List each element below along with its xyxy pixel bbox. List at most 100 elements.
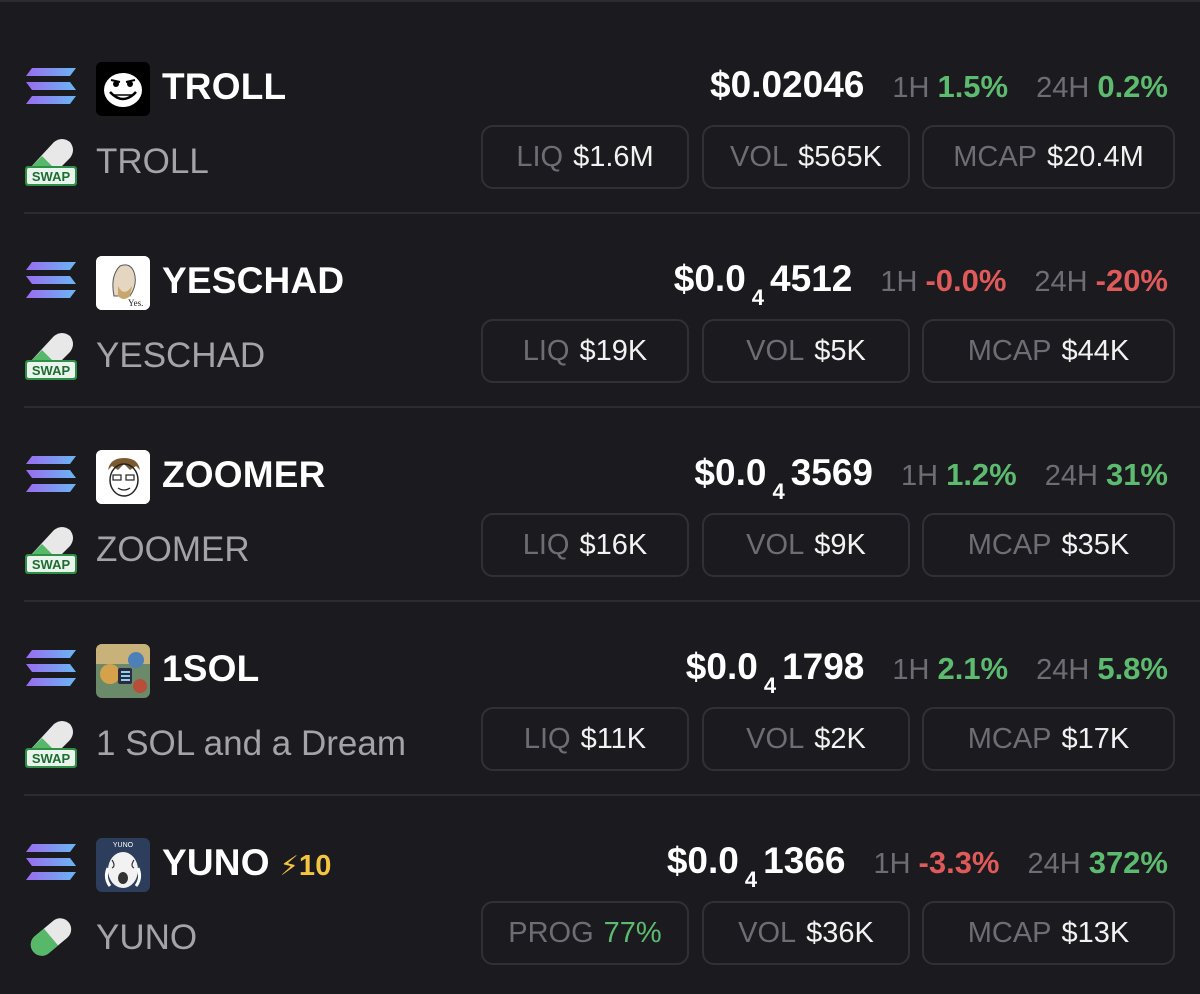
stat-label: LIQ xyxy=(522,528,570,561)
token-name: TROLL xyxy=(96,142,209,181)
volume-pill[interactable]: VOL $9K xyxy=(702,513,910,577)
solana-icon xyxy=(24,838,78,886)
change-1h-value: 1.5% xyxy=(937,69,1009,104)
stat-value: $13K xyxy=(1061,916,1130,949)
change-1h-label: 1H xyxy=(880,266,918,298)
stat-value: $20.4M xyxy=(1047,140,1144,173)
mcap-pill[interactable]: MCAP $20.4M xyxy=(922,125,1175,189)
stat-label: LIQ xyxy=(523,722,571,755)
stat-label: MCAP xyxy=(967,722,1052,755)
token-name: ZOOMER xyxy=(96,530,250,569)
svg-text:SWAP: SWAP xyxy=(32,169,71,184)
token-price: $0.02046 xyxy=(710,64,865,105)
stat-value: $17K xyxy=(1061,722,1130,755)
token-name: YUNO xyxy=(96,918,198,957)
liquidity-pill[interactable]: LIQ $11K xyxy=(481,707,689,771)
change-1h-label: 1H xyxy=(892,654,930,686)
swap-icon[interactable]: SWAP xyxy=(24,328,78,382)
stat-value: $16K xyxy=(579,528,648,561)
change-1h-value: -0.0% xyxy=(925,263,1007,298)
token-price: $0.0 4 4512 xyxy=(673,258,853,310)
swap-icon[interactable]: SWAP xyxy=(24,134,78,188)
svg-text:SWAP: SWAP xyxy=(32,751,71,766)
lightning-icon: ⚡ xyxy=(279,851,299,881)
change-1h-value: 2.1% xyxy=(937,651,1009,686)
price-line: $0.0 4 4512 1H -0.0% 24H -20% xyxy=(673,258,1168,310)
liquidity-pill[interactable]: LIQ $19K xyxy=(481,319,689,383)
stat-label: VOL xyxy=(738,916,797,949)
token-ticker: 1SOL xyxy=(162,648,260,689)
token-row[interactable]: YUNO YUNO ⚡10 YUNO $0.0 4 1366 1H -3.3% 24H… xyxy=(0,796,1200,990)
volume-pill[interactable]: VOL $36K xyxy=(702,901,910,965)
token-ticker: ZOOMER xyxy=(162,454,326,495)
svg-text:SWAP: SWAP xyxy=(32,557,71,572)
price-line: $0.0 4 3569 1H 1.2% 24H 31% xyxy=(694,452,1168,504)
mcap-pill[interactable]: MCAP $17K xyxy=(922,707,1175,771)
stat-value: 77% xyxy=(603,916,662,949)
change-1h-label: 1H xyxy=(892,72,930,104)
change-24h-value: 372% xyxy=(1088,845,1168,880)
token-list: TROLL SWAP TROLL $0.02046 1H 1.5% 24H 0.… xyxy=(0,0,1200,994)
stat-label: MCAP xyxy=(953,140,1038,173)
change-24h-label: 24H xyxy=(1036,72,1090,104)
mcap-pill[interactable]: MCAP $44K xyxy=(922,319,1175,383)
svg-text:SWAP: SWAP xyxy=(32,363,71,378)
solana-icon xyxy=(24,450,78,498)
token-row[interactable]: 1SOL SWAP 1 SOL and a Dream $0.0 4 1798 1H… xyxy=(0,602,1200,796)
troll-face-icon xyxy=(96,62,150,116)
change-1h-value: 1.2% xyxy=(946,457,1017,492)
change-1h-value: -3.3% xyxy=(918,845,1000,880)
token-name: 1 SOL and a Dream xyxy=(96,724,406,763)
token-row[interactable]: Yes. YESCHAD SWAP YESCHAD $0.0 4 4512 1H -… xyxy=(0,214,1200,408)
change-24h-label: 24H xyxy=(1044,460,1098,492)
change-24h-value: -20% xyxy=(1095,263,1168,298)
token-ticker: YUNO ⚡10 xyxy=(162,842,332,883)
stat-label: LIQ xyxy=(522,334,570,367)
token-row[interactable]: ZOOMER SWAP ZOOMER $0.0 4 3569 1H 1.2% 24H… xyxy=(0,408,1200,602)
mcap-pill[interactable]: MCAP $35K xyxy=(922,513,1175,577)
volume-pill[interactable]: VOL $5K xyxy=(702,319,910,383)
stat-value: $5K xyxy=(814,334,866,367)
stat-value: $565K xyxy=(798,140,882,173)
change-24h-label: 24H xyxy=(1027,848,1081,880)
stat-value: $2K xyxy=(814,722,866,755)
token-name: YESCHAD xyxy=(96,336,266,375)
stat-value: $11K xyxy=(580,722,647,755)
stat-label: MCAP xyxy=(967,528,1052,561)
price-line: $0.02046 1H 1.5% 24H 0.2% xyxy=(710,64,1168,106)
yuno-face-icon: YUNO xyxy=(96,838,150,892)
change-24h-value: 31% xyxy=(1105,457,1168,492)
stat-label: VOL xyxy=(746,334,805,367)
token-price: $0.0 4 3569 xyxy=(694,452,873,504)
token-price: $0.0 4 1798 xyxy=(685,646,865,698)
swap-icon[interactable]: SWAP xyxy=(24,716,78,770)
mcap-pill[interactable]: MCAP $13K xyxy=(922,901,1175,965)
pill-icon[interactable] xyxy=(24,910,78,964)
volume-pill[interactable]: VOL $565K xyxy=(702,125,910,189)
price-line: $0.0 4 1798 1H 2.1% 24H 5.8% xyxy=(685,646,1168,698)
stat-label: MCAP xyxy=(967,916,1052,949)
progress-pill[interactable]: PROG 77% xyxy=(481,901,689,965)
stat-value: $44K xyxy=(1061,334,1130,367)
change-1h-label: 1H xyxy=(873,848,911,880)
stat-value: $35K xyxy=(1061,528,1130,561)
token-ticker: TROLL xyxy=(162,66,287,107)
stat-label: VOL xyxy=(746,722,805,755)
change-24h-label: 24H xyxy=(1036,654,1090,686)
token-ticker: YESCHAD xyxy=(162,260,345,301)
change-24h-value: 0.2% xyxy=(1097,69,1168,104)
boost-badge: ⚡10 xyxy=(279,850,332,882)
stat-label: VOL xyxy=(746,528,805,561)
solana-icon xyxy=(24,256,78,304)
liquidity-pill[interactable]: LIQ $1.6M xyxy=(481,125,689,189)
stat-label: PROG xyxy=(508,916,594,949)
stat-value: $19K xyxy=(579,334,648,367)
token-row[interactable]: TROLL SWAP TROLL $0.02046 1H 1.5% 24H 0.… xyxy=(0,20,1200,214)
solana-icon xyxy=(24,644,78,692)
token-price: $0.0 4 1366 xyxy=(666,840,846,892)
stat-label: VOL xyxy=(730,140,789,173)
volume-pill[interactable]: VOL $2K xyxy=(702,707,910,771)
swap-icon[interactable]: SWAP xyxy=(24,522,78,576)
stat-value: $36K xyxy=(806,916,874,949)
liquidity-pill[interactable]: LIQ $16K xyxy=(481,513,689,577)
